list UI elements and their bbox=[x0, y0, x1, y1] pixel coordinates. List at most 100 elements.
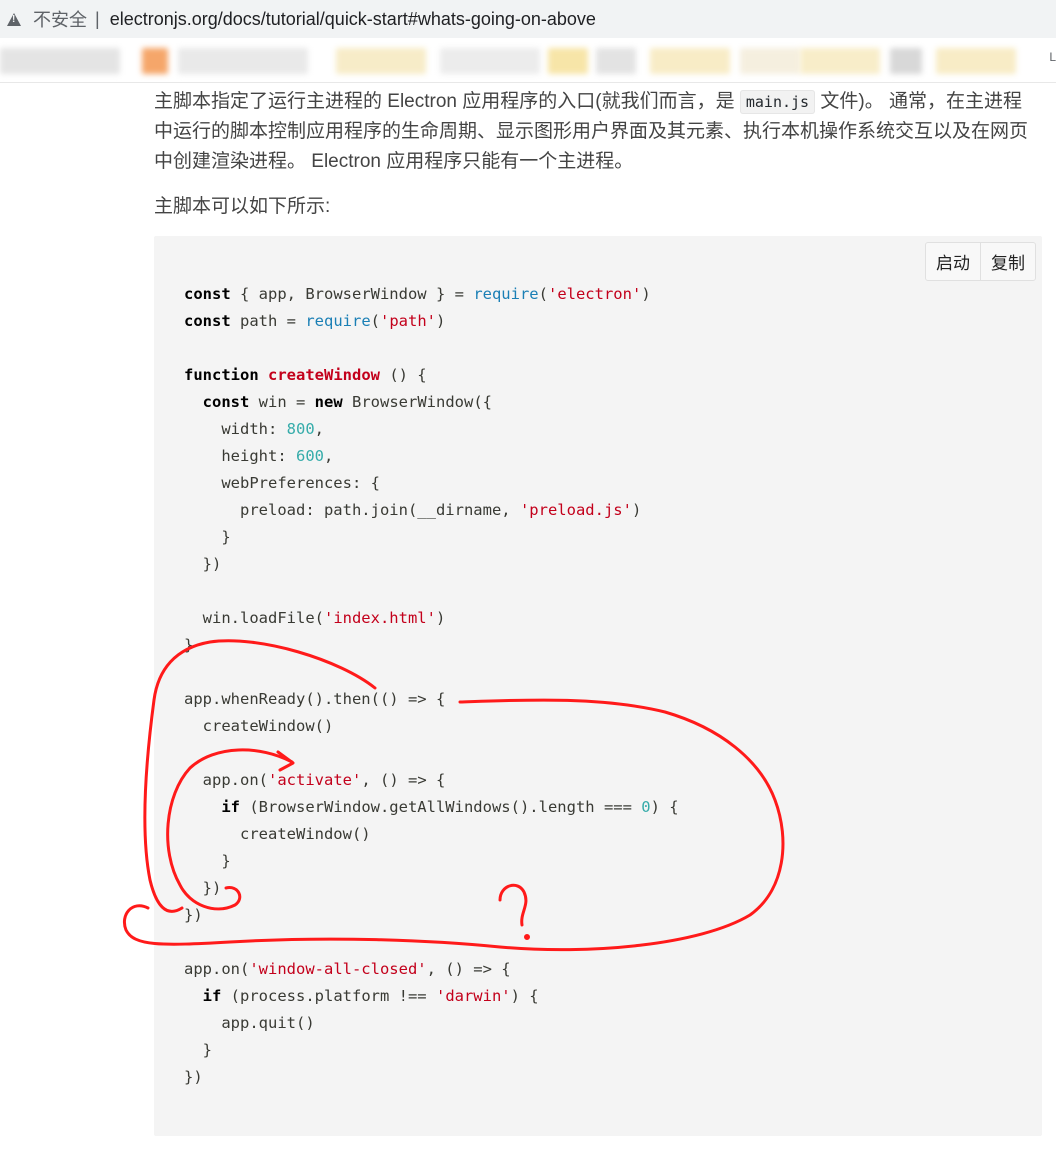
bookmark-item[interactable] bbox=[936, 48, 1016, 74]
code-token: win = bbox=[249, 393, 315, 411]
bookmark-item[interactable] bbox=[800, 48, 880, 74]
code-token: require bbox=[473, 285, 539, 303]
code-line: app.on('activate', () => { bbox=[184, 771, 446, 789]
bookmark-item[interactable] bbox=[740, 48, 800, 74]
code-block: 启动 复制 const { app, BrowserWindow } = req… bbox=[154, 236, 1042, 1136]
code-line: const win = new BrowserWindow({ bbox=[184, 393, 492, 411]
code-token: ( bbox=[538, 285, 548, 303]
code-token: win.loadFile( bbox=[184, 609, 324, 627]
code-line: }) bbox=[184, 1068, 203, 1086]
bookmark-item[interactable] bbox=[336, 48, 426, 74]
code-token: 'window-all-closed' bbox=[249, 960, 427, 978]
code-line: createWindow() bbox=[184, 717, 334, 735]
code-line: } bbox=[184, 1041, 212, 1059]
code-token: createWindow bbox=[268, 366, 380, 384]
bookmark-overflow[interactable]: L bbox=[1049, 50, 1056, 64]
inline-code-main-js: main.js bbox=[739, 90, 816, 114]
copy-button[interactable]: 复制 bbox=[980, 243, 1035, 280]
code-token: , () => { bbox=[426, 960, 511, 978]
code-line: } bbox=[184, 852, 230, 870]
browser-window: 不安全 | electronjs.org/docs/tutorial/quick… bbox=[0, 0, 1056, 1157]
code-token: , bbox=[314, 420, 324, 438]
bookmark-item[interactable] bbox=[596, 48, 636, 74]
code-token: ) bbox=[435, 609, 446, 627]
bookmark-favicon[interactable] bbox=[142, 48, 168, 74]
code-token: webPreferences: { bbox=[184, 474, 380, 492]
code-token: const bbox=[184, 285, 231, 303]
code-token: } bbox=[184, 528, 231, 546]
security-label[interactable]: 不安全 bbox=[33, 6, 87, 32]
code-token: const bbox=[202, 393, 250, 411]
bookmark-item[interactable] bbox=[548, 48, 588, 74]
code-token: preload: path.join(__dirname, bbox=[184, 501, 520, 519]
bookmark-item[interactable] bbox=[890, 48, 922, 74]
code-line: const path = require('path') bbox=[184, 312, 445, 330]
bookmarks-bar: L bbox=[0, 38, 1056, 83]
bookmark-item[interactable] bbox=[650, 48, 730, 74]
bookmark-item[interactable] bbox=[0, 48, 120, 74]
code-token: ) { bbox=[510, 987, 539, 1005]
code-token: createWindow() bbox=[184, 717, 334, 735]
code-line: }) bbox=[184, 555, 222, 573]
code-token: app.on( bbox=[184, 960, 250, 978]
code-token: const bbox=[184, 312, 231, 330]
code-token: app.quit() bbox=[184, 1014, 315, 1032]
code-token: ) bbox=[641, 285, 651, 303]
warning-triangle-icon[interactable] bbox=[7, 12, 21, 26]
code-token: new bbox=[314, 393, 343, 411]
code-token: { app, BrowserWindow } = bbox=[230, 285, 474, 303]
code-line: if (process.platform !== 'darwin') { bbox=[184, 987, 539, 1005]
code-token: 'activate' bbox=[268, 771, 362, 789]
code-token: } bbox=[184, 1041, 212, 1059]
code-token: }) bbox=[184, 906, 203, 924]
code-line: } bbox=[184, 636, 193, 654]
code-line: }) bbox=[184, 879, 222, 897]
code-token: , () => { bbox=[361, 771, 446, 789]
intro-paragraph: 主脚本指定了运行主进程的 Electron 应用程序的入口(就我们而言，是 ma… bbox=[154, 87, 1040, 177]
bookmark-item[interactable] bbox=[440, 48, 540, 74]
url-text[interactable]: electronjs.org/docs/tutorial/quick-start… bbox=[110, 9, 596, 30]
address-bar[interactable]: 不安全 | electronjs.org/docs/tutorial/quick… bbox=[0, 0, 1056, 38]
code-token: path = bbox=[230, 312, 306, 330]
code-token: ) { bbox=[650, 798, 679, 816]
code-token: function bbox=[184, 366, 259, 384]
code-line: height: 600, bbox=[184, 447, 333, 465]
code-line: function createWindow () { bbox=[184, 366, 427, 384]
code-token: 800 bbox=[286, 420, 315, 438]
code-token: 0 bbox=[641, 798, 651, 816]
code-token: }) bbox=[184, 1068, 203, 1086]
code-token: 'preload.js' bbox=[519, 501, 632, 519]
run-button[interactable]: 启动 bbox=[926, 243, 980, 280]
code-token: app.whenReady().then(() => { bbox=[184, 690, 446, 708]
code-line: } bbox=[184, 528, 231, 546]
code-line: width: 800, bbox=[184, 420, 324, 438]
code-intro-paragraph: 主脚本可以如下所示: bbox=[154, 196, 331, 217]
code-listing: const { app, BrowserWindow } = require('… bbox=[184, 281, 679, 1091]
code-token: ) bbox=[631, 501, 642, 519]
code-token: , bbox=[323, 447, 334, 465]
code-token: }) bbox=[184, 555, 222, 573]
code-line: if (BrowserWindow.getAllWindows().length… bbox=[184, 798, 679, 816]
code-token: 600 bbox=[295, 447, 324, 465]
code-token: (process.platform !== bbox=[221, 987, 436, 1005]
code-line: createWindow() bbox=[184, 825, 371, 843]
code-toolbar: 启动 复制 bbox=[925, 242, 1036, 281]
code-token: 'path' bbox=[380, 312, 436, 330]
code-token: height: bbox=[184, 447, 296, 465]
code-line: webPreferences: { bbox=[184, 474, 380, 492]
code-token: (BrowserWindow.getAllWindows().length ==… bbox=[240, 798, 642, 816]
code-token: if bbox=[202, 987, 222, 1005]
bookmark-item[interactable] bbox=[178, 48, 308, 74]
code-token: } bbox=[184, 636, 194, 654]
code-token: if bbox=[221, 798, 240, 816]
code-token: ( bbox=[370, 312, 380, 330]
code-line: app.quit() bbox=[184, 1014, 315, 1032]
code-token: app.on( bbox=[184, 771, 268, 789]
code-line: }) bbox=[184, 906, 203, 924]
code-token: BrowserWindow({ bbox=[342, 393, 492, 411]
code-line: app.whenReady().then(() => { bbox=[184, 690, 445, 708]
code-token: }) bbox=[184, 879, 222, 897]
code-line: preload: path.join(__dirname, 'preload.j… bbox=[184, 501, 641, 519]
